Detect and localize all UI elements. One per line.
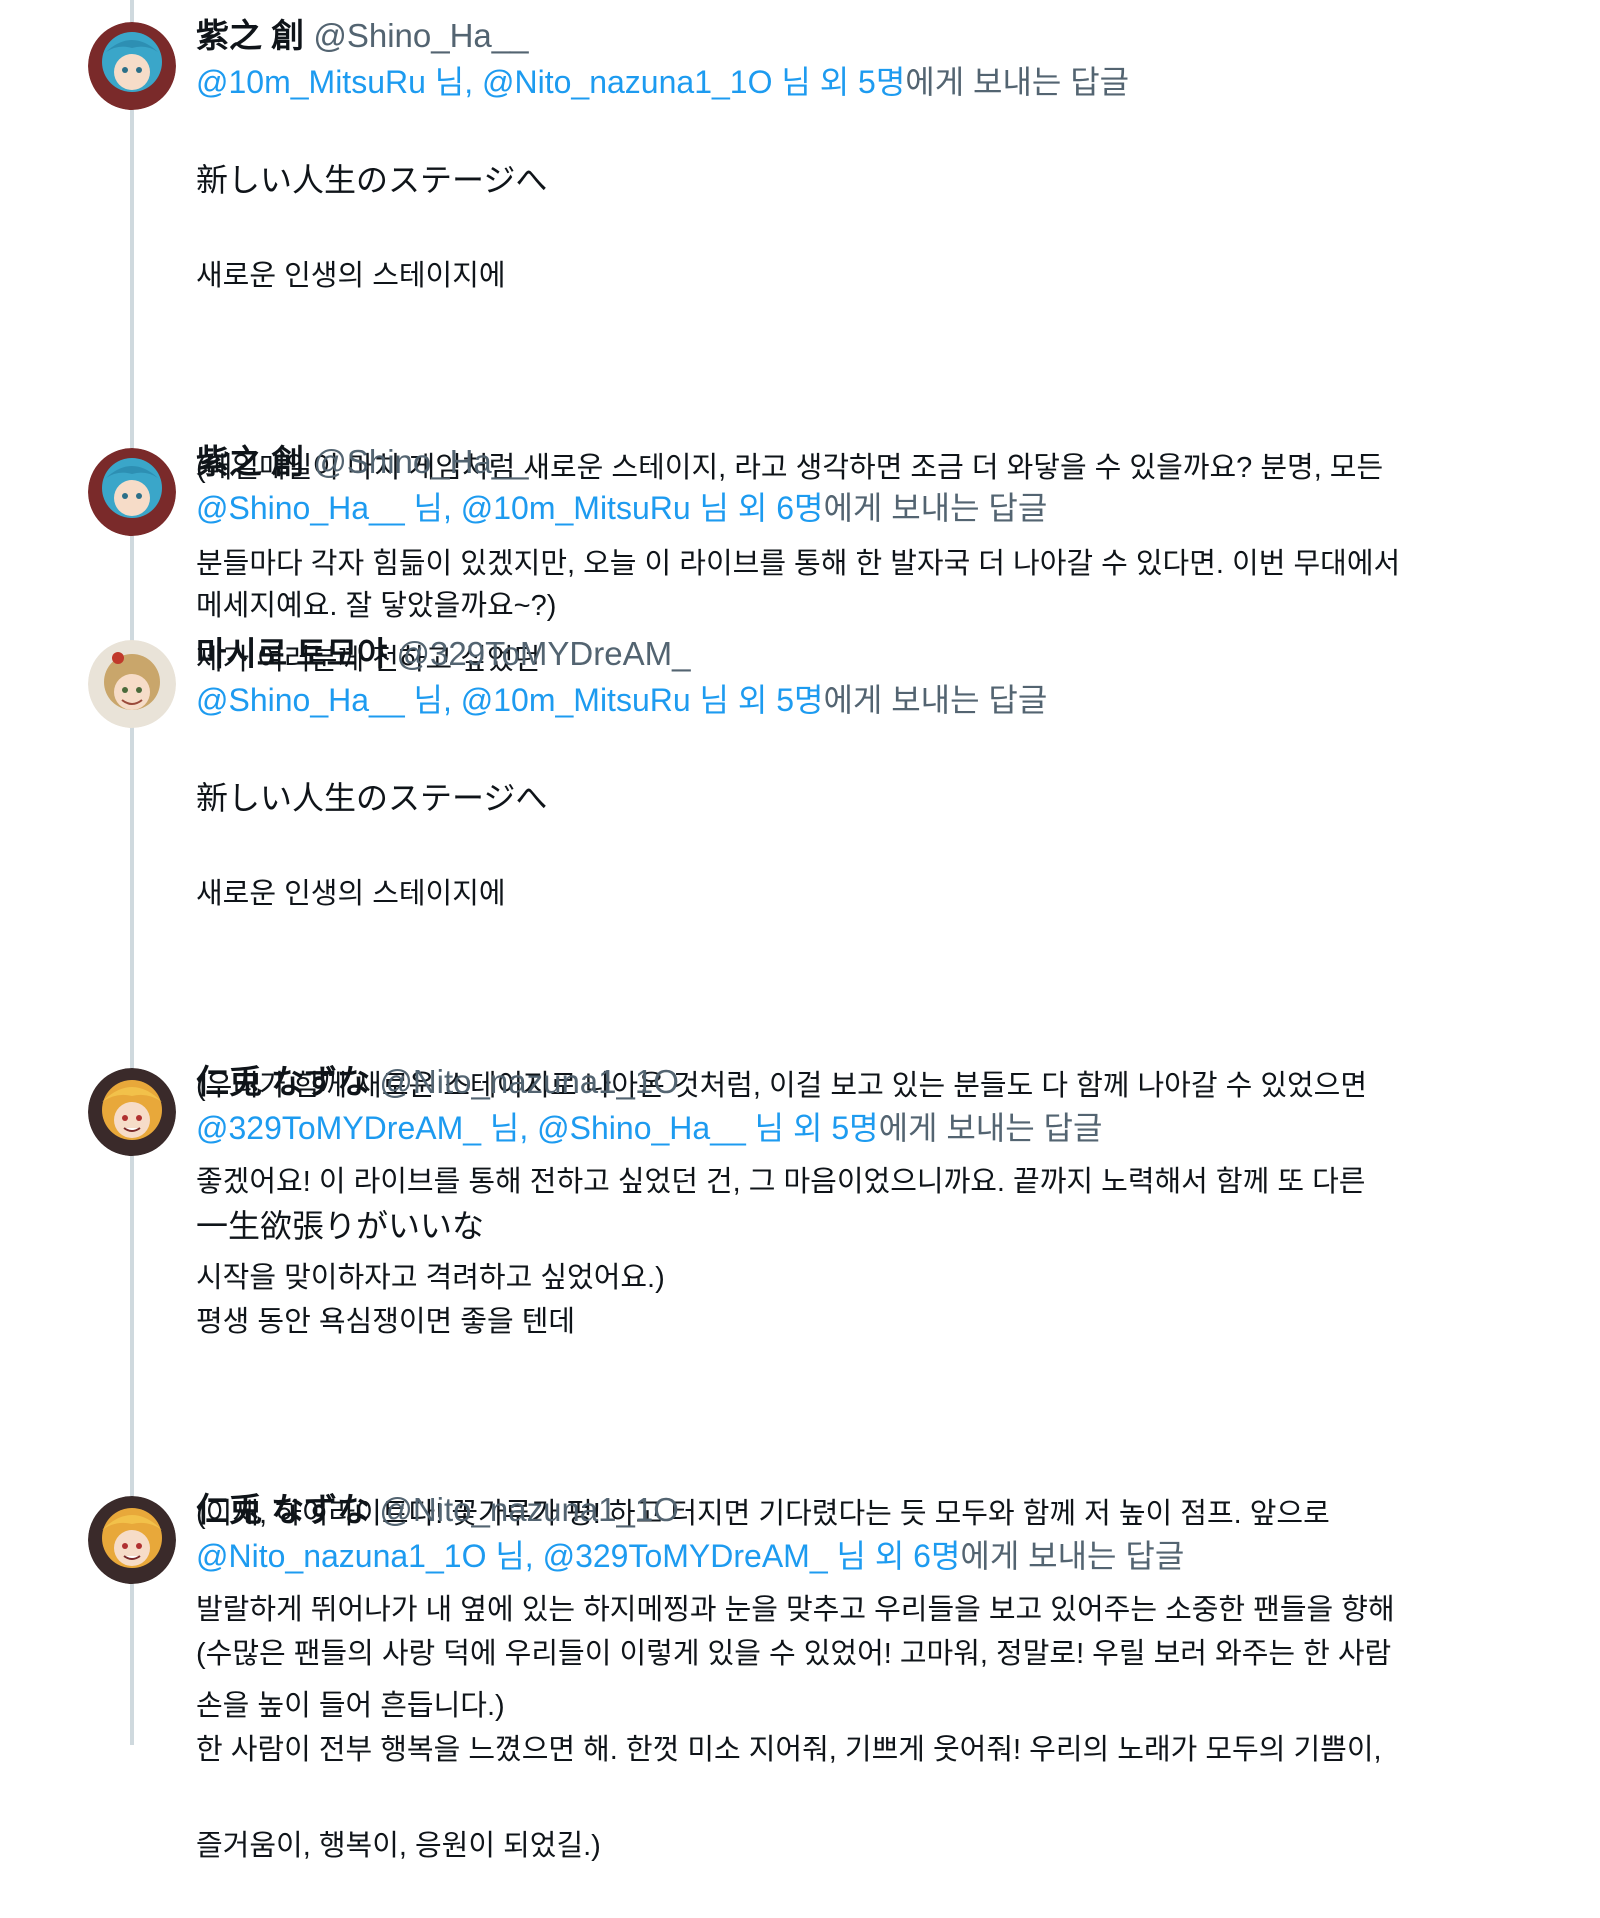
text-line: 一生欲張りがいいな	[196, 1208, 485, 1244]
mention-link[interactable]: @10m_MitsuRu	[461, 490, 691, 526]
mention-link[interactable]: @Shino_Ha__	[196, 490, 405, 526]
replying-to: @Shino_Ha__ 님, @10m_MitsuRu 님 외 5명에게 보내는…	[196, 678, 1460, 722]
replying-suffix: 에게 보내는 답글	[905, 64, 1130, 100]
mention-link[interactable]: @329ToMYDreAM_	[543, 1538, 828, 1574]
text-line: 평생 동안 욕심쟁이면 좋을 텐데	[196, 1306, 576, 1338]
user-handle[interactable]: @Shino_Ha__	[313, 443, 528, 480]
mention-link[interactable]: @Nito_nazuna1_1O	[482, 64, 772, 100]
mention-link[interactable]: @10m_MitsuRu	[196, 64, 426, 100]
display-name[interactable]: 仁兎 なずな	[196, 1063, 370, 1100]
mention-link[interactable]: @329ToMYDreAM_	[196, 1110, 481, 1146]
mention-link[interactable]: @Nito_nazuna1_1O	[196, 1538, 486, 1574]
text-line: 새로운 인생의 스테이지에	[196, 878, 506, 910]
others-link[interactable]: 님 외 5명	[772, 64, 905, 100]
mention-link[interactable]: @Shino_Ha__	[196, 682, 405, 718]
text-line: 메세지예요. 잘 닿았을까요~?)	[196, 590, 557, 622]
replying-suffix: 에게 보내는 답글	[878, 1110, 1103, 1146]
display-name[interactable]: 紫之 創	[196, 443, 304, 480]
mention-separator: 님,	[425, 64, 483, 100]
tweet-header: 仁兎 なずな @Nito_nazuna1_1O	[196, 1488, 1460, 1532]
avatar[interactable]	[88, 640, 176, 728]
replying-to: @10m_MitsuRu 님, @Nito_nazuna1_1O 님 외 5명에…	[196, 60, 1460, 104]
avatar[interactable]	[88, 1496, 176, 1584]
others-link[interactable]: 님 외 6명	[828, 1538, 961, 1574]
user-handle[interactable]: @329ToMYDreAM_	[397, 635, 691, 672]
mention-link[interactable]: @Shino_Ha__	[537, 1110, 746, 1146]
mention-link[interactable]: @10m_MitsuRu	[461, 682, 691, 718]
mention-separator: 님,	[486, 1538, 543, 1574]
tweet-header: 紫之 創 @Shino_Ha__	[196, 440, 1460, 484]
tweet-header: 마시로 토모야 @329ToMYDreAM_	[196, 632, 1460, 676]
text-line: 新しい人生のステージへ	[196, 780, 548, 816]
avatar[interactable]	[88, 22, 176, 110]
replying-to: @329ToMYDreAM_ 님, @Shino_Ha__ 님 외 5명에게 보…	[196, 1106, 1460, 1150]
replying-suffix: 에게 보내는 답글	[823, 490, 1048, 526]
avatar[interactable]	[88, 448, 176, 536]
user-handle[interactable]: @Shino_Ha__	[313, 17, 528, 54]
replying-suffix: 에게 보내는 답글	[960, 1538, 1185, 1574]
display-name[interactable]: 紫之 創	[196, 17, 304, 54]
replying-to: @Shino_Ha__ 님, @10m_MitsuRu 님 외 6명에게 보내는…	[196, 486, 1460, 530]
text-line: 새로운 인생의 스테이지에	[196, 260, 506, 292]
others-link[interactable]: 님 외 6명	[691, 490, 824, 526]
text-line: 한 사람이 전부 행복을 느꼈으면 해. 한껏 미소 지어줘, 기쁘게 웃어줘!…	[196, 1734, 1382, 1766]
avatar[interactable]	[88, 1068, 176, 1156]
text-line: (수많은 팬들의 사랑 덕에 우리들이 이렇게 있을 수 있었어! 고마워, 정…	[196, 1638, 1392, 1670]
user-handle[interactable]: @Nito_nazuna1_1O	[379, 1491, 679, 1528]
tweet-text: (수많은 팬들의 사랑 덕에 우리들이 이렇게 있을 수 있었어! 고마워, 정…	[196, 1582, 1460, 1918]
replying-suffix: 에게 보내는 답글	[823, 682, 1048, 718]
replying-to: @Nito_nazuna1_1O 님, @329ToMYDreAM_ 님 외 6…	[196, 1534, 1460, 1578]
tweet-header: 紫之 創 @Shino_Ha__	[196, 14, 1460, 58]
mention-separator: 님,	[481, 1110, 538, 1146]
text-line: 新しい人生のステージへ	[196, 162, 548, 198]
mention-separator: 님,	[404, 490, 461, 526]
display-name[interactable]: 마시로 토모야	[196, 635, 387, 672]
others-link[interactable]: 님 외 5명	[746, 1110, 879, 1146]
others-link[interactable]: 님 외 5명	[691, 682, 824, 718]
display-name[interactable]: 仁兎 なずな	[196, 1491, 370, 1528]
tweet-header: 仁兎 なずな @Nito_nazuna1_1O	[196, 1060, 1460, 1104]
mention-separator: 님,	[404, 682, 461, 718]
text-line: 즐거움이, 행복이, 응원이 되었길.)	[196, 1830, 601, 1862]
thread-connector-line	[130, 0, 134, 1745]
user-handle[interactable]: @Nito_nazuna1_1O	[379, 1063, 679, 1100]
